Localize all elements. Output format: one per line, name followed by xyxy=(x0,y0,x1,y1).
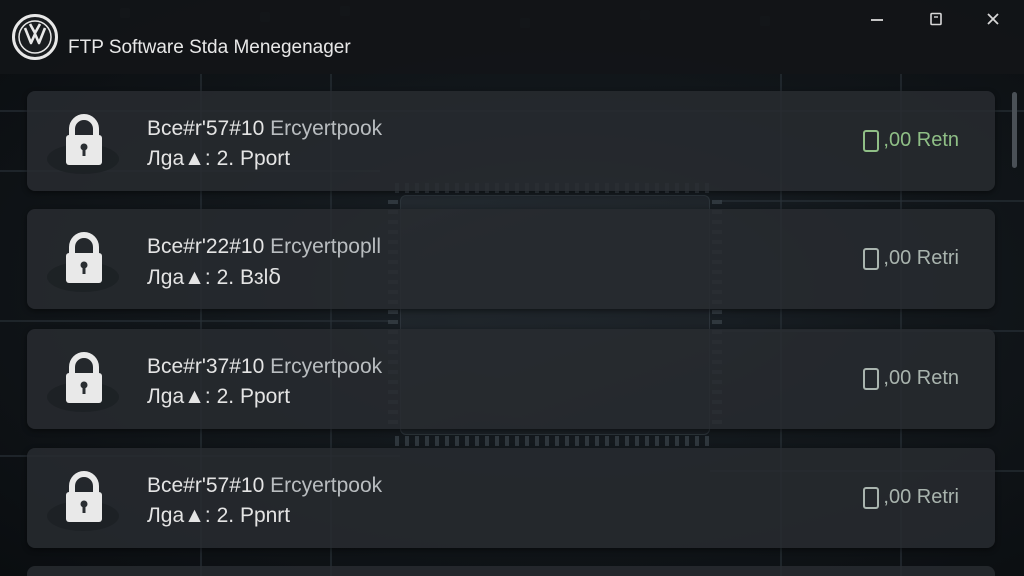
entry-label: Ercyertpook xyxy=(270,355,383,378)
app-title: FTP Software Stda Menegenager xyxy=(68,37,351,58)
entry-title: Bce#r'22#10 Ercyertpopll xyxy=(147,235,381,259)
entry-label: Ercyertpopll xyxy=(270,235,381,258)
entry-title: Bce#r'57#10 Ercyertpook xyxy=(147,474,382,498)
entry-code: Bce#r'57#10 xyxy=(147,117,265,140)
minimize-icon xyxy=(871,19,883,21)
document-icon xyxy=(863,367,880,390)
entry-title: Bce#r'37#10 Ercyertpook xyxy=(147,355,382,379)
maximize-icon xyxy=(930,12,942,26)
entry-subtitle: Лga▲: 2. Ppnrt xyxy=(147,504,291,527)
status-text: ,00 Retri xyxy=(883,486,959,508)
entry-label: Ercyertpook xyxy=(270,117,383,140)
status-badge: ,00 Retn xyxy=(863,129,959,152)
status-badge: ,00 Retri xyxy=(863,247,959,270)
entry-code: Bce#r'22#10 xyxy=(147,235,265,258)
lock-icon xyxy=(47,352,119,412)
vw-logo-icon xyxy=(12,14,58,60)
list-item[interactable]: Bce#r'57#10 Ercyertpook Лga▲: 2. Ppnrt ,… xyxy=(27,448,995,548)
entry-subtitle: Лga▲: 2. Pport xyxy=(147,385,291,408)
status-badge: ,00 Retn xyxy=(863,367,959,390)
lock-icon xyxy=(47,114,119,174)
document-icon xyxy=(863,247,880,270)
lock-icon xyxy=(47,232,119,292)
entry-code: Bce#r'57#10 xyxy=(147,474,265,497)
title-bar[interactable]: FTP Software Stda Menegenager xyxy=(0,0,1024,74)
entry-code: Bce#r'37#10 xyxy=(147,355,265,378)
list-item-partial[interactable] xyxy=(27,566,995,576)
lock-icon xyxy=(47,471,119,531)
minimize-button[interactable] xyxy=(854,6,900,32)
list-item[interactable]: Bce#r'57#10 Ercyertpook Лga▲: 2. Pport ,… xyxy=(27,91,995,191)
entry-subtitle: Лga▲: 2. Pport xyxy=(147,147,291,170)
maximize-button[interactable] xyxy=(913,6,959,32)
entry-title: Bce#r'57#10 Ercyertpook xyxy=(147,117,382,141)
scrollbar[interactable] xyxy=(1011,90,1019,576)
close-icon xyxy=(987,13,999,25)
app-window: FTP Software Stda Menegenager Bce#r'57#1… xyxy=(0,0,1024,576)
scrollbar-thumb[interactable] xyxy=(1012,92,1017,168)
status-badge: ,00 Retri xyxy=(863,486,959,509)
document-icon xyxy=(863,486,880,509)
status-text: ,00 Retn xyxy=(883,367,959,389)
status-text: ,00 Retri xyxy=(883,247,959,269)
close-button[interactable] xyxy=(970,6,1016,32)
entry-subtitle: Лga▲: 2. Bɜlẟ xyxy=(147,266,282,289)
list-item[interactable]: Bce#r'22#10 Ercyertpopll Лga▲: 2. Bɜlẟ ,… xyxy=(27,209,995,309)
document-icon xyxy=(863,129,880,152)
list-item[interactable]: Bce#r'37#10 Ercyertpook Лga▲: 2. Pport ,… xyxy=(27,329,995,429)
entry-label: Ercyertpook xyxy=(270,474,383,497)
status-text: ,00 Retn xyxy=(883,129,959,151)
